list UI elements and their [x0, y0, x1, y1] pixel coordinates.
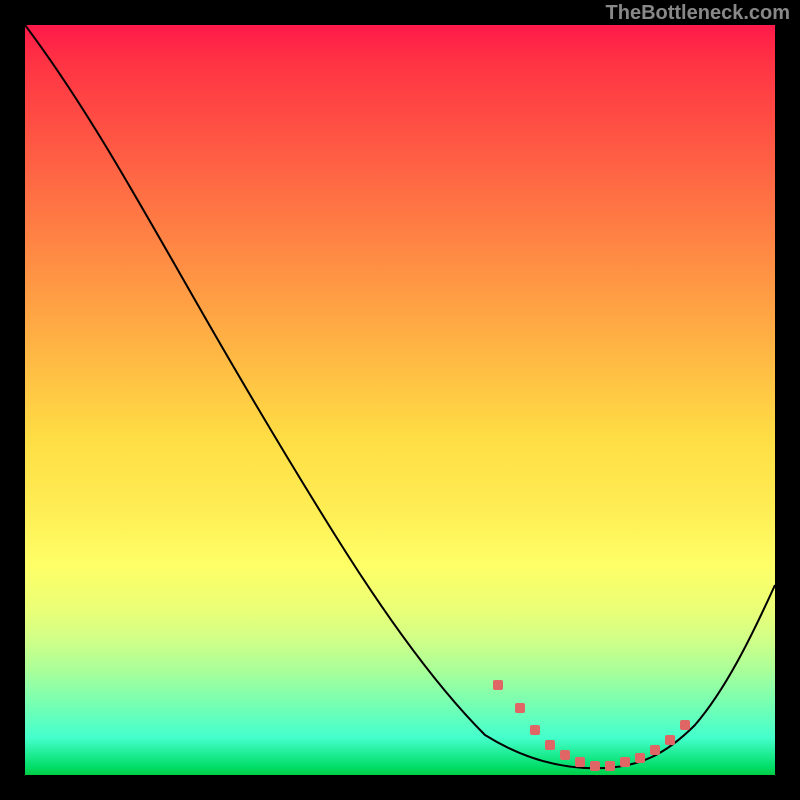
- data-point: [620, 757, 630, 767]
- data-point: [545, 740, 555, 750]
- data-point: [605, 761, 615, 771]
- curve-line: [25, 25, 775, 768]
- data-point: [560, 750, 570, 760]
- data-point: [665, 735, 675, 745]
- chart-svg: [25, 25, 775, 775]
- data-point: [650, 745, 660, 755]
- data-points-group: [493, 680, 690, 771]
- data-point: [515, 703, 525, 713]
- data-point: [590, 761, 600, 771]
- data-point: [530, 725, 540, 735]
- watermark-text: TheBottleneck.com: [606, 2, 790, 25]
- data-point: [635, 753, 645, 763]
- data-point: [575, 757, 585, 767]
- data-point: [493, 680, 503, 690]
- chart-area: [25, 25, 775, 775]
- data-point: [680, 720, 690, 730]
